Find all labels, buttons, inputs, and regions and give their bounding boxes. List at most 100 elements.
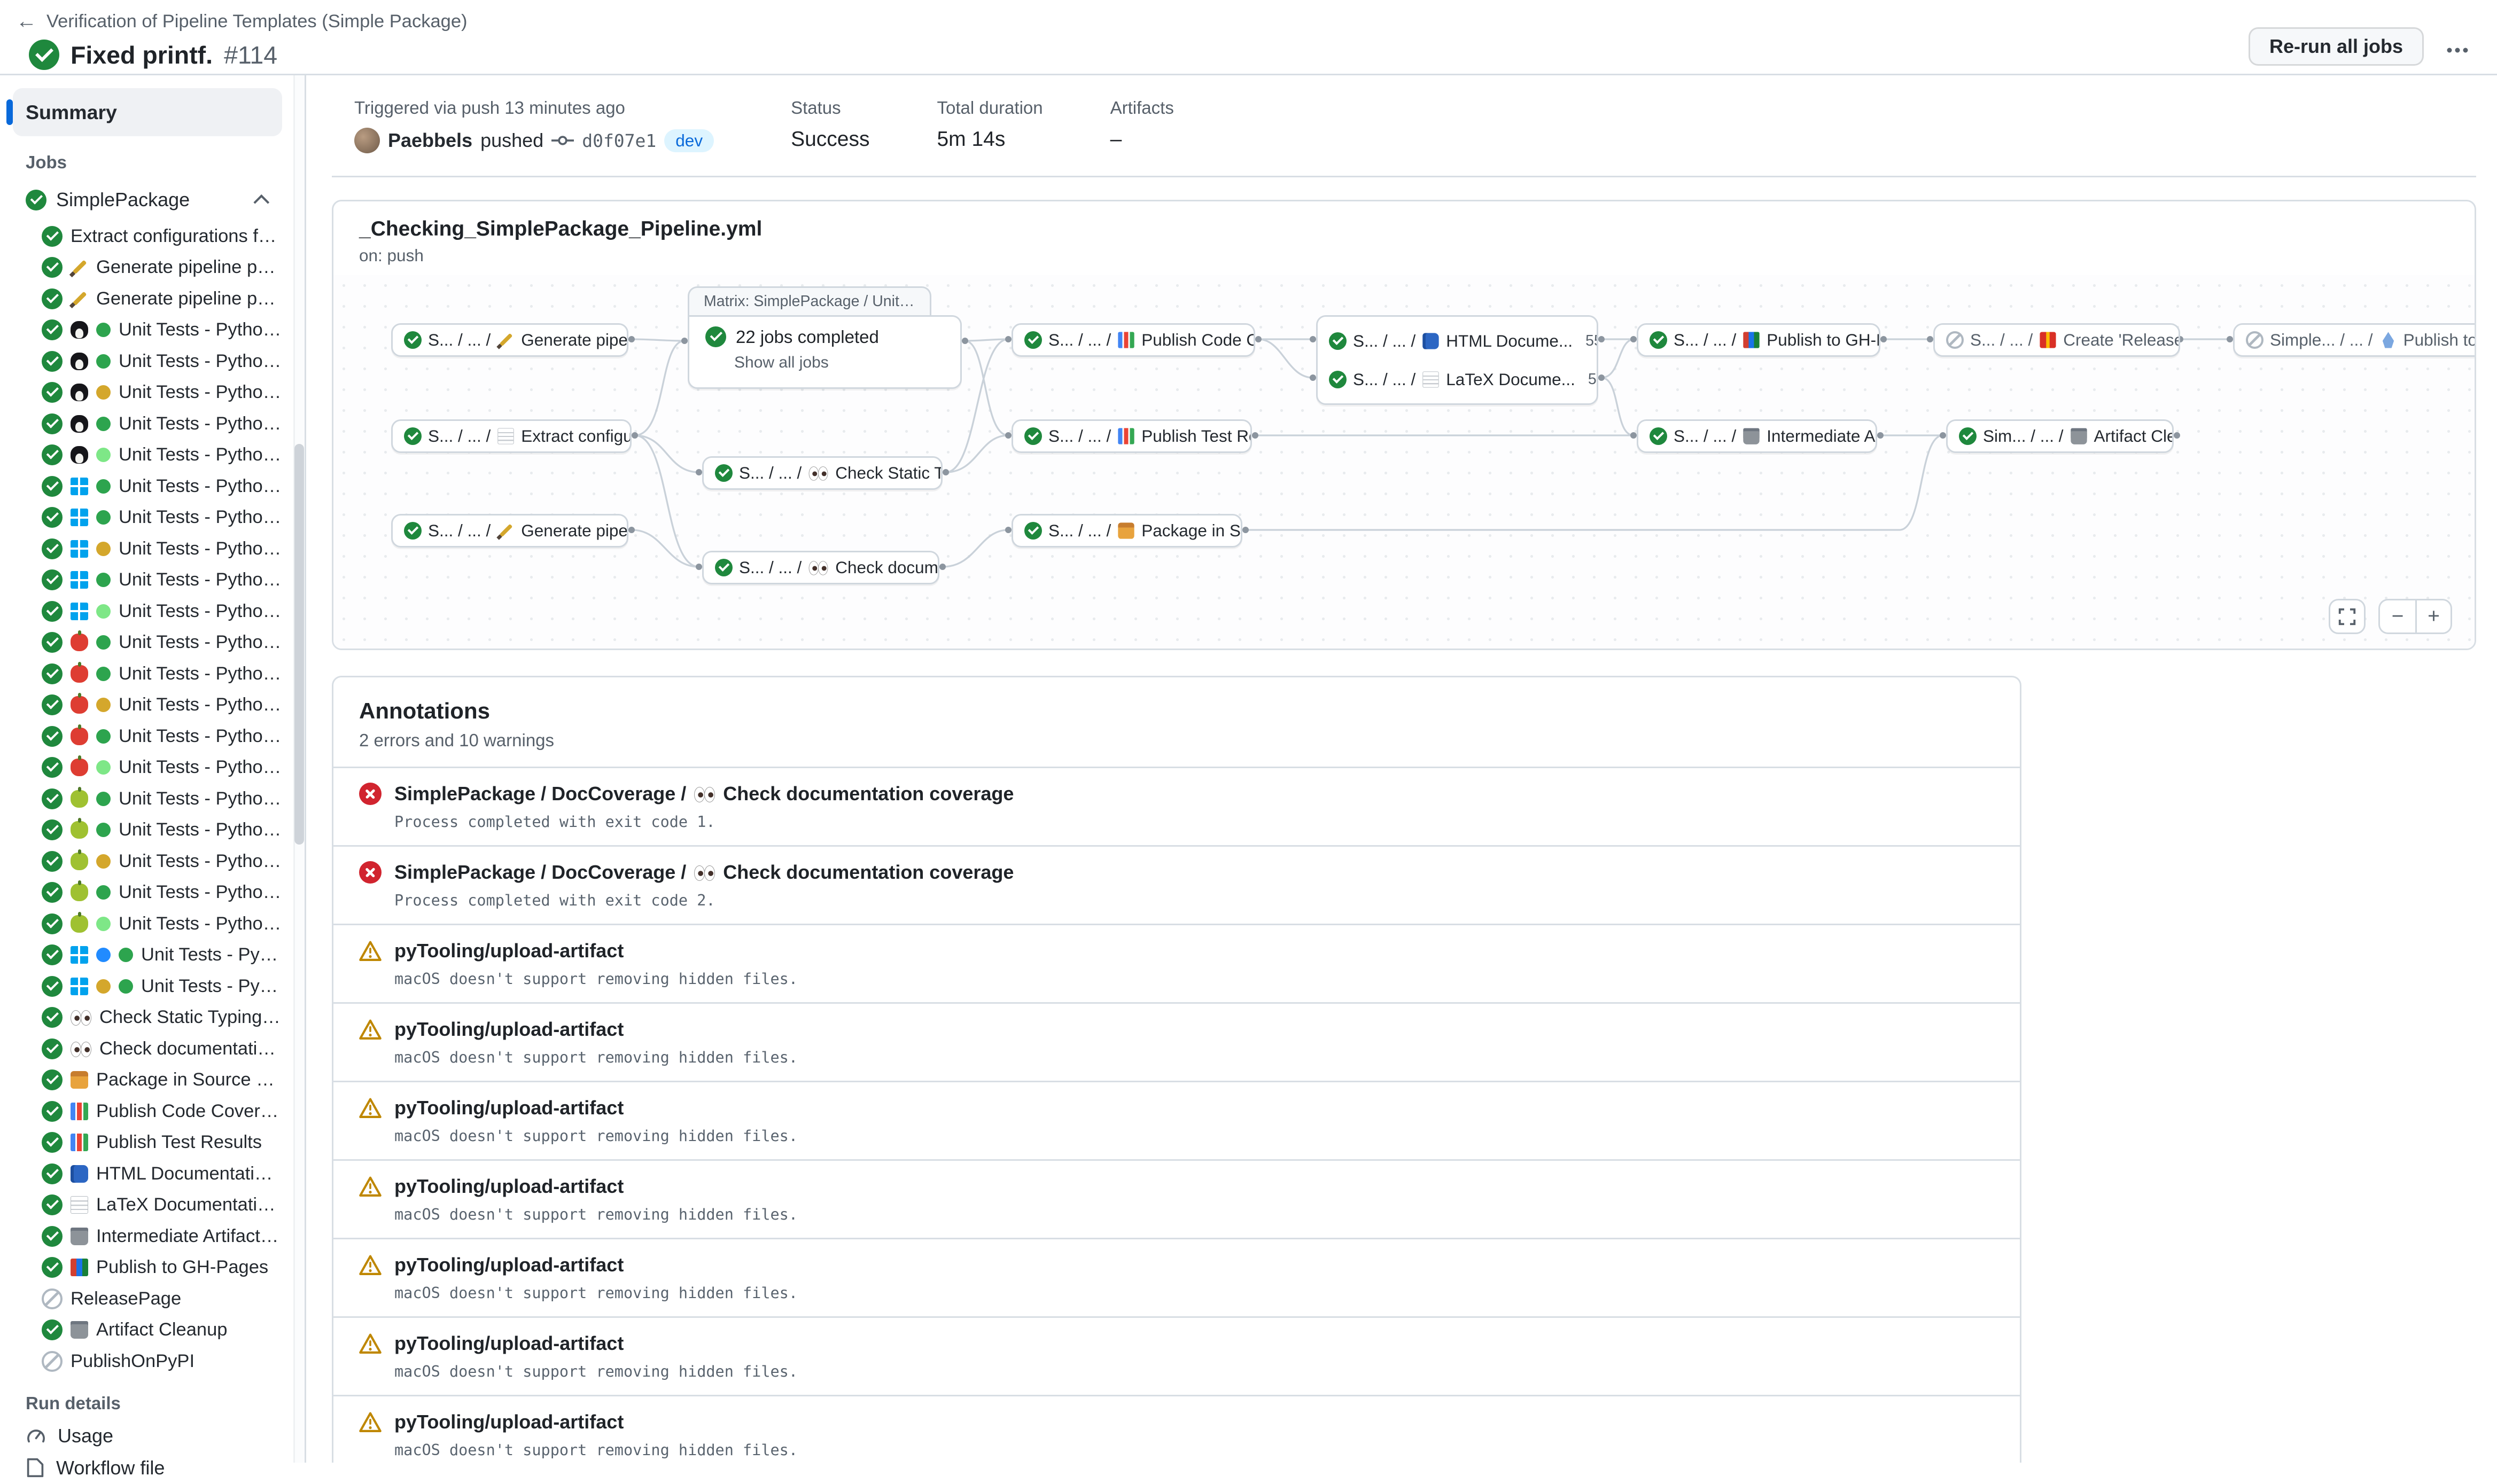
graph-node-release-page[interactable]: S... / ... /Create 'Release Pa... — [1933, 323, 2180, 357]
sidebar-job-item[interactable]: Unit Tests - Python 3.13 — [13, 596, 282, 627]
bluebook-icon — [71, 1165, 88, 1183]
node-path-prefix: S... / ... / — [428, 521, 491, 541]
matrix-show-all-link[interactable]: Show all jobs — [734, 354, 944, 372]
graph-node-intermediate-cleanup[interactable]: S... / ... /Intermediate A...16s — [1637, 419, 1877, 453]
sidebar-job-item[interactable]: ReleasePage — [13, 1283, 282, 1315]
node-label: Package in Sou... — [1141, 521, 1242, 541]
annotation-item[interactable]: pyTooling/upload-artifactmacOS doesn't s… — [333, 924, 2020, 1002]
node-duration: 55s — [1579, 332, 1597, 350]
commit-hash[interactable]: d0f07e1 — [582, 130, 656, 151]
annotation-item[interactable]: pyTooling/upload-artifactmacOS doesn't s… — [333, 1316, 2020, 1395]
graph-node-publish-pypi[interactable]: Simple... / ... /Publish to PyPI — [2233, 323, 2476, 357]
graph-node-latex-doc[interactable]: S... / ... /LaTeX Docume...51s — [1318, 363, 1597, 396]
sidebar-job-item[interactable]: Publish Test Results — [13, 1127, 282, 1159]
graph-node-check-static[interactable]: S... / ... /Check Static Ty...17s — [702, 456, 943, 490]
sidebar-job-item[interactable]: HTML Documentation using ... — [13, 1158, 282, 1190]
trash-icon — [71, 1231, 88, 1245]
sidebar-job-item[interactable]: Artifact Cleanup — [13, 1315, 282, 1346]
sidebar-job-item[interactable]: Unit Tests - Python 3.10 — [13, 658, 282, 690]
graph-node-extract-config[interactable]: S... / ... /Extract configur...4s — [391, 419, 632, 453]
node-label: Generate pipelin... — [521, 521, 628, 541]
sidebar-item-workflow-file[interactable]: Workflow file — [13, 1452, 282, 1484]
annotation-item[interactable]: pyTooling/upload-artifactmacOS doesn't s… — [333, 1002, 2020, 1081]
zoom-in-button[interactable]: + — [2415, 599, 2452, 634]
sidebar-job-item[interactable]: Unit Tests - Python 3.12 — [13, 877, 282, 909]
sidebar-job-item[interactable]: Unit Tests - Python 3.9 — [13, 783, 282, 815]
sidebar-job-item[interactable]: Unit Tests - Python 3.10 — [13, 346, 282, 377]
apple-red-icon — [71, 634, 88, 651]
graph-node-artifact-cleanup[interactable]: Sim... / ... /Artifact Cleanup4s — [1946, 419, 2174, 453]
sidebar-group-simplepackage[interactable]: SimplePackage — [13, 179, 282, 221]
py-green-icon — [119, 979, 133, 994]
sidebar-job-item[interactable]: Unit Tests - Python 3.9 — [13, 315, 282, 346]
graph-node-publish-ghpages[interactable]: S... / ... /Publish to GH-P...7s — [1637, 323, 1880, 357]
sidebar-job-item[interactable]: Generate pipeline parameters — [13, 252, 282, 284]
job-label: Unit Tests - Python 3.11 — [119, 538, 282, 559]
py-green-icon — [96, 635, 111, 650]
annotation-item[interactable]: pyTooling/upload-artifactmacOS doesn't s… — [333, 1238, 2020, 1316]
sidebar-scrollbar-track[interactable] — [293, 75, 305, 1463]
graph-canvas[interactable]: Matrix: SimplePackage / UnitTest... 22 j… — [333, 275, 2475, 649]
breadcrumb[interactable]: ← Verification of Pipeline Templates (Si… — [16, 10, 2472, 33]
avatar[interactable] — [354, 128, 380, 153]
sidebar-job-item[interactable]: Package in Source and Wheel... — [13, 1065, 282, 1096]
sidebar-job-item[interactable]: Check documentation covera... — [13, 1033, 282, 1065]
graph-node-package[interactable]: S... / ... /Package in Sou...18s — [1012, 514, 1242, 548]
graph-node-generate-params-2[interactable]: S... / ... /Generate pipelin...0s — [391, 514, 628, 548]
sidebar-job-item[interactable]: Unit Tests - Python 3.11 — [13, 533, 282, 565]
sidebar-scrollbar-thumb[interactable] — [294, 444, 304, 845]
sidebar-job-item[interactable]: Extract configurations from p... — [13, 221, 282, 252]
annotation-item[interactable]: pyTooling/upload-artifactmacOS doesn't s… — [333, 1081, 2020, 1159]
sidebar-item-summary[interactable]: Summary — [13, 88, 282, 136]
annotation-title: pyTooling/upload-artifact — [394, 1097, 624, 1119]
sidebar-job-item[interactable]: Publish to GH-Pages — [13, 1252, 282, 1284]
chevron-up-icon[interactable] — [253, 194, 269, 210]
annotation-item[interactable]: SimplePackage / DocCoverage /Check docum… — [333, 845, 2020, 924]
graph-node-generate-params-1[interactable]: S... / ... /Generate pipelin...0s — [391, 323, 628, 357]
sidebar-job-item[interactable]: Unit Tests - Python 3.12 — [13, 721, 282, 752]
sidebar-job-item[interactable]: Unit Tests - Python 3.11 — [13, 846, 282, 877]
matrix-group-node[interactable]: 22 jobs completed Show all jobs — [688, 315, 962, 389]
node-path-prefix: S... / ... / — [1048, 426, 1111, 446]
sidebar-job-item[interactable]: Intermediate Artifact Cleanup — [13, 1221, 282, 1252]
job-label: Unit Tests - Python 3.12 — [141, 944, 282, 965]
graph-node-publish-codecov[interactable]: S... / ... /Publish Code C...20s — [1012, 323, 1255, 357]
kebab-menu-button[interactable] — [2440, 32, 2475, 62]
graph-node-publish-test[interactable]: S... / ... /Publish Test Re...13s — [1012, 419, 1252, 453]
sidebar-job-item[interactable]: Unit Tests - Python 3.12 — [13, 940, 282, 971]
sidebar-job-item[interactable]: Generate pipeline parameters — [13, 283, 282, 315]
sidebar-job-item[interactable]: PublishOnPyPI — [13, 1346, 282, 1377]
sidebar-job-item[interactable]: Unit Tests - Python 3.11 — [13, 377, 282, 409]
fullscreen-button[interactable] — [2329, 599, 2366, 634]
sidebar-job-item[interactable]: Publish Code Coverage Results — [13, 1096, 282, 1127]
branch-badge[interactable]: dev — [664, 129, 714, 152]
apple-green-icon — [71, 884, 88, 901]
sidebar-job-item[interactable]: LaTeX Documentation using ... — [13, 1190, 282, 1221]
sidebar-job-item[interactable]: Unit Tests - Python 3.10 — [13, 815, 282, 846]
graph-node-check-doc[interactable]: S... / ... /Check docume...18s — [702, 551, 939, 584]
rerun-all-jobs-button[interactable]: Re-run all jobs — [2249, 27, 2424, 66]
back-arrow-icon[interactable]: ← — [16, 10, 37, 33]
sidebar-job-item[interactable]: Unit Tests - Python 3.9 — [13, 627, 282, 659]
usage-label: Usage — [58, 1425, 113, 1447]
zoom-out-button[interactable]: − — [2378, 599, 2415, 634]
sidebar-job-item[interactable]: Unit Tests - Python 3.11 — [13, 690, 282, 721]
breadcrumb-label[interactable]: Verification of Pipeline Templates (Simp… — [46, 11, 468, 32]
sidebar-job-item[interactable]: Unit Tests - Python 3.13 — [13, 752, 282, 784]
annotation-item[interactable]: SimplePackage / DocCoverage /Check docum… — [333, 767, 2020, 845]
sidebar-job-item[interactable]: Unit Tests - Python 3.10 — [13, 502, 282, 534]
sidebar-job-item[interactable]: Check Static Typing using Pyt... — [13, 1002, 282, 1034]
sidebar-job-item[interactable]: Unit Tests - Python 3.9 — [13, 471, 282, 502]
sidebar-job-item[interactable]: Unit Tests - Python 3.12 — [13, 565, 282, 596]
sidebar-item-usage[interactable]: Usage — [13, 1420, 282, 1452]
annotation-item[interactable]: pyTooling/upload-artifactmacOS doesn't s… — [333, 1159, 2020, 1238]
annotation-item[interactable]: pyTooling/upload-artifactmacOS doesn't s… — [333, 1395, 2020, 1463]
graph-node-html-doc[interactable]: S... / ... /HTML Docume...55s — [1318, 324, 1597, 358]
annotation-message: macOS doesn't support removing hidden fi… — [394, 1284, 1994, 1302]
actor-name[interactable]: Paebbels — [388, 129, 472, 152]
sidebar-job-item[interactable]: Unit Tests - Python 3.12 — [13, 408, 282, 440]
sidebar-job-item[interactable]: Unit Tests - Python 3.13 — [13, 908, 282, 940]
eyes-icon — [694, 865, 715, 880]
sidebar-job-item[interactable]: Unit Tests - Python 3.13 — [13, 440, 282, 471]
sidebar-job-item[interactable]: Unit Tests - Python 3.12 — [13, 971, 282, 1002]
